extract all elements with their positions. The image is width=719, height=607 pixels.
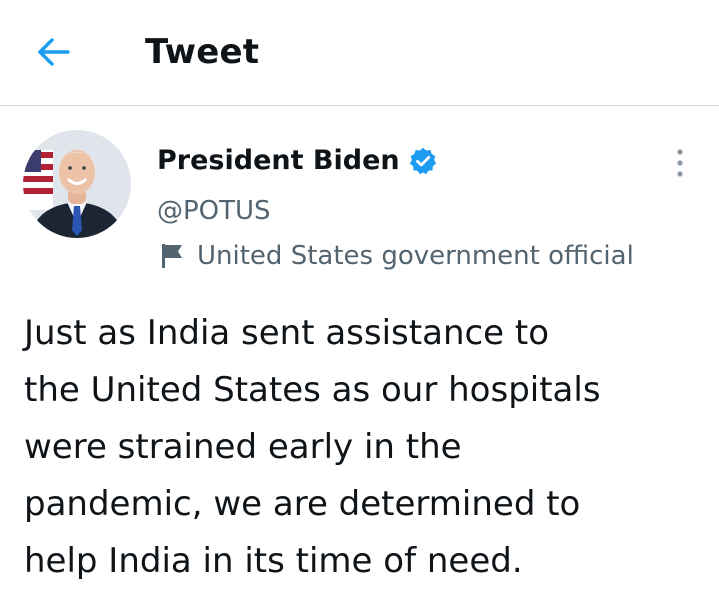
avatar[interactable]	[23, 130, 131, 238]
avatar-image	[23, 130, 131, 238]
flag-icon	[162, 244, 182, 268]
verified-badge-icon	[409, 147, 436, 175]
author-display-name[interactable]: President Biden	[157, 143, 438, 179]
back-button[interactable]	[32, 32, 76, 72]
author-handle[interactable]: @POTUS	[157, 194, 271, 228]
author-name-text: President Biden	[157, 145, 400, 176]
more-options-button[interactable]	[664, 143, 696, 183]
arrow-left-icon	[38, 38, 70, 66]
tweet-detail-screen: Tweet President Biden @POTUS United Stat…	[0, 0, 719, 607]
government-official-text: United States government official	[197, 241, 634, 271]
government-official-label[interactable]: United States government official	[160, 239, 634, 273]
tweet-text: Just as India sent assistance to the Uni…	[24, 313, 601, 581]
top-app-bar: Tweet	[0, 0, 719, 106]
page-title: Tweet	[145, 32, 260, 72]
more-vertical-icon	[677, 149, 683, 177]
